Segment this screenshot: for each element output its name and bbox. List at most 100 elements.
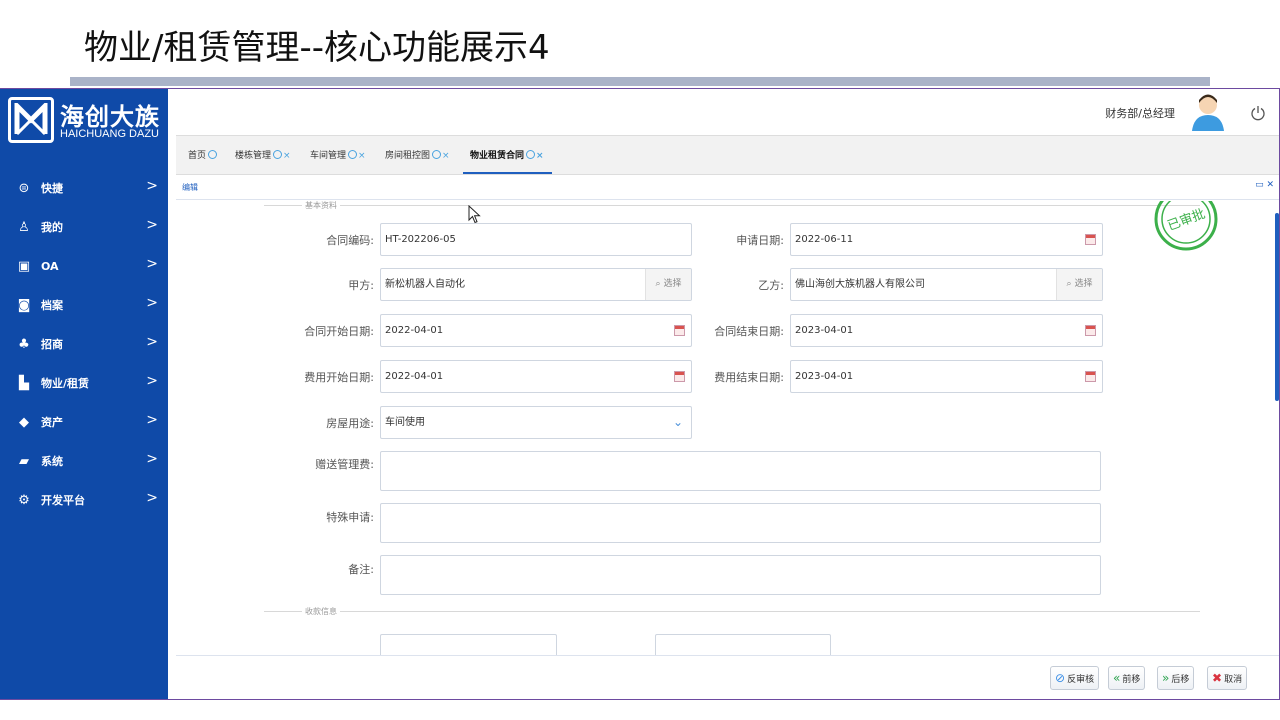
chevron-down-icon: ⌄	[672, 415, 683, 429]
contract-no-field[interactable]: HT-202206-05	[380, 223, 692, 256]
sidebar-item-label: 物业/租赁	[41, 377, 90, 390]
section-divider	[264, 205, 1200, 206]
special-request-field[interactable]	[380, 503, 1101, 543]
sidebar-item-label: OA	[41, 259, 59, 273]
close-icon[interactable]: ×	[442, 151, 450, 161]
gear-icon: ⚙	[18, 492, 30, 508]
tab-home[interactable]: 首页	[188, 148, 218, 161]
sidebar-item-dev-platform[interactable]: ⚙ 开发平台 >	[0, 485, 168, 515]
refresh-icon[interactable]	[208, 150, 218, 159]
panel-window-controls[interactable]: ▭ ✕	[1255, 180, 1274, 190]
sidebar-item-mine[interactable]: ♙ 我的 >	[0, 212, 168, 242]
chevron-right-icon: >	[146, 217, 158, 233]
party-a-field[interactable]: 新松机器人自动化 ⌕ 选择	[380, 268, 692, 301]
panel-title: 编辑	[182, 183, 198, 192]
sidebar-item-label: 资产	[41, 416, 63, 429]
archive-icon: ◙	[17, 297, 31, 313]
close-icon[interactable]: ×	[536, 151, 544, 161]
button-label: 反审核	[1067, 674, 1095, 685]
contract-start-value: 2022-04-01	[385, 325, 444, 336]
chevron-right-icon: >	[146, 295, 158, 311]
usage-select[interactable]: 车间使用 ⌄	[380, 406, 692, 439]
tab-property-lease-contract[interactable]: 物业租赁合同 ×	[470, 148, 544, 161]
logo-english-name: HAICHUANG DAZU	[60, 128, 160, 140]
party-b-field[interactable]: 佛山海创大族机器人有限公司 ⌕ 选择	[790, 268, 1103, 301]
sidebar-item-label: 我的	[41, 221, 63, 234]
tab-label: 物业租赁合同	[470, 151, 525, 161]
close-icon[interactable]: ×	[358, 151, 366, 161]
select-label: 选择	[1074, 279, 1093, 289]
sidebar-item-system[interactable]: ▰ 系统 >	[0, 446, 168, 476]
contract-end-label: 合同结束日期:	[714, 325, 784, 338]
tab-workshop-management[interactable]: 车间管理 ×	[310, 148, 366, 161]
contract-no-value: HT-202206-05	[385, 234, 456, 245]
fee-start-field[interactable]: 2022-04-01	[380, 360, 692, 393]
form-footer: ⊘ 反审核 «前移 » 后移 ✖ 取消	[176, 655, 1279, 699]
sidebar-item-archive[interactable]: ◙ 档案 >	[0, 290, 168, 320]
gift-fee-label: 赠送管理费:	[315, 458, 374, 471]
logo-mark-icon	[8, 97, 54, 143]
refresh-icon[interactable]	[273, 150, 283, 159]
move-previous-button[interactable]: «前移	[1108, 666, 1146, 690]
slide-title: 物业/租赁管理--核心功能展示4	[84, 28, 550, 68]
approved-stamp: 已审批	[1154, 201, 1218, 251]
move-next-button[interactable]: » 后移	[1157, 666, 1195, 690]
gift-fee-field[interactable]	[380, 451, 1101, 491]
unapprove-button[interactable]: ⊘ 反审核	[1050, 666, 1100, 690]
tab-room-rental-map[interactable]: 房间租控图 ×	[385, 148, 450, 161]
search-icon: ⌕	[1066, 279, 1072, 289]
chevron-right-icon: >	[146, 412, 158, 428]
sidebar-item-label: 开发平台	[41, 494, 85, 507]
party-b-value: 佛山海创大族机器人有限公司	[795, 279, 925, 290]
close-icon[interactable]: ×	[283, 151, 291, 161]
scrollbar-thumb[interactable]	[1275, 213, 1279, 401]
sidebar-item-investment[interactable]: ♣ 招商 >	[0, 329, 168, 359]
contract-end-field[interactable]: 2023-04-01	[790, 314, 1103, 347]
system-icon: ▰	[19, 453, 29, 469]
button-label: 取消	[1224, 674, 1243, 685]
apply-date-field[interactable]: 2022-06-11	[790, 223, 1103, 256]
calendar-icon[interactable]	[1085, 234, 1096, 245]
refresh-icon[interactable]	[348, 150, 358, 159]
refresh-icon[interactable]	[432, 150, 442, 159]
cancel-button[interactable]: ✖ 取消	[1207, 666, 1248, 690]
section-divider	[264, 611, 1200, 612]
mouse-cursor-icon	[468, 205, 481, 224]
party-a-label: 甲方:	[348, 279, 374, 292]
chevron-right-icon: >	[146, 178, 158, 194]
sidebar-item-label: 招商	[41, 338, 63, 351]
party-b-select-button[interactable]: ⌕ 选择	[1056, 269, 1102, 300]
calendar-icon[interactable]	[1085, 325, 1096, 336]
payment-field-2[interactable]	[655, 634, 831, 655]
party-a-value: 新松机器人自动化	[385, 279, 465, 290]
fee-end-field[interactable]: 2023-04-01	[790, 360, 1103, 393]
contract-edit-form: 基本资料 已审批 合同编码: HT-202206-05 申请日期: 2022-0…	[176, 201, 1279, 655]
power-icon[interactable]	[1250, 105, 1266, 121]
sidebar-item-quick[interactable]: ⊜ 快捷 >	[0, 173, 168, 203]
calendar-icon[interactable]	[1085, 371, 1096, 382]
sidebar-item-label: 快捷	[41, 182, 63, 195]
asset-icon: ◆	[19, 414, 29, 430]
chevron-right-icon: >	[146, 451, 158, 467]
remark-field[interactable]	[380, 555, 1101, 595]
sidebar-item-property[interactable]: ▙ 物业/租赁 >	[0, 368, 168, 398]
fee-start-label: 费用开始日期:	[304, 371, 374, 384]
sidebar-item-label: 系统	[41, 455, 63, 468]
payment-field-1[interactable]	[380, 634, 557, 655]
chevron-right-icon: >	[146, 334, 158, 350]
circle-menu-icon: ⊜	[18, 180, 30, 196]
refresh-icon[interactable]	[526, 150, 536, 159]
scrollbar[interactable]	[1272, 201, 1279, 655]
contract-no-label: 合同编码:	[326, 234, 374, 247]
contract-start-field[interactable]: 2022-04-01	[380, 314, 692, 347]
sidebar-item-oa[interactable]: ▣ OA >	[0, 251, 168, 281]
sidebar-item-label: 档案	[41, 299, 63, 312]
avatar[interactable]	[1188, 91, 1228, 131]
investment-icon: ♣	[18, 336, 30, 352]
tab-building-management[interactable]: 楼栋管理 ×	[235, 148, 291, 161]
contract-start-label: 合同开始日期:	[304, 325, 374, 338]
logo: 海创大族 HAICHUANG DAZU	[8, 97, 164, 147]
chevron-right-icon: >	[146, 256, 158, 272]
sidebar-item-asset[interactable]: ◆ 资产 >	[0, 407, 168, 437]
select-label: 选择	[663, 279, 682, 289]
